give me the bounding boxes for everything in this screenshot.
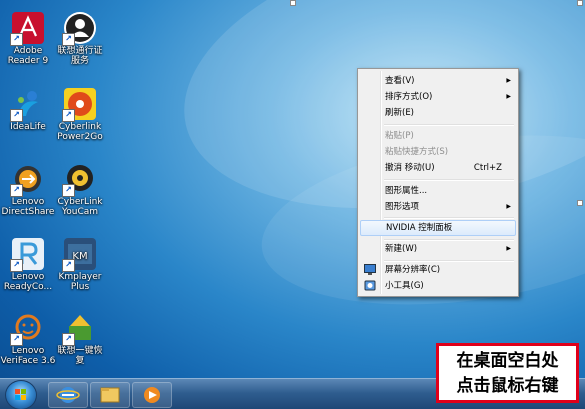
shortcut-arrow-icon: ↗ — [62, 184, 75, 197]
desktop-icon-label: Lenovo VeriFace 3.6 — [0, 346, 56, 366]
user-account-icon: ↗ — [62, 12, 96, 46]
desktop-icon-label: IdeaLife — [10, 122, 46, 132]
lenovo-readycomms-icon: ↗ — [10, 238, 44, 272]
windows-logo-icon — [15, 389, 26, 400]
kmplayer-icon: KM ↗ — [62, 238, 96, 272]
instruction-annotation: 在桌面空白处 点击鼠标右键 — [436, 343, 579, 403]
selection-handle — [577, 0, 583, 6]
start-button[interactable] — [5, 380, 37, 409]
desktop-icon-label: Adobe Reader 9 — [7, 46, 49, 66]
menu-item-label: 图形选项 — [385, 202, 420, 212]
menu-item-label: NVIDIA 控制面板 — [386, 223, 453, 233]
menu-item-refresh[interactable]: 刷新(E) — [360, 105, 516, 121]
shortcut-text: Ctrl+Z — [473, 163, 502, 173]
menu-item-label: 图形属性... — [385, 186, 428, 196]
desktop-icon-veriface[interactable]: ↗ Lenovo VeriFace 3.6 — [0, 312, 56, 366]
desktop-icon-label: 联想一键恢 复 — [57, 346, 103, 366]
annotation-line: 在桌面空白处 — [456, 351, 559, 371]
shortcut-arrow-icon: ↗ — [62, 33, 75, 46]
menu-item-graphics-properties[interactable]: 图形属性... — [360, 183, 516, 199]
menu-item-label: 粘贴快捷方式(S) — [385, 147, 449, 157]
menu-item-new[interactable]: 新建(W) ▶ — [360, 241, 516, 257]
internet-explorer-icon — [56, 387, 80, 403]
menu-item-graphics-options[interactable]: 图形选项 ▶ — [360, 199, 516, 215]
cyberlink-power2go-icon: ↗ — [62, 88, 96, 122]
shortcut-arrow-icon: ↗ — [62, 259, 75, 272]
desktop-icon-idealife[interactable]: ↗ IdeaLife — [0, 88, 56, 132]
desktop-icon-label: CyberLink YouCam — [57, 197, 103, 217]
menu-item-paste-shortcut[interactable]: 粘贴快捷方式(S) — [360, 144, 516, 160]
media-player-icon — [144, 387, 160, 403]
desktop-icon-lenovo-passport[interactable]: ↗ 联想通行证 服务 — [52, 12, 108, 66]
desktop-icon-directshare[interactable]: ↗ Lenovo DirectShare — [0, 163, 56, 217]
selection-handle — [577, 200, 583, 206]
shortcut-arrow-icon: ↗ — [10, 33, 23, 46]
menu-item-sort[interactable]: 排序方式(O) ▶ — [360, 89, 516, 105]
desktop-icon-label: Cyberlink Power2Go — [57, 122, 103, 142]
onekey-recovery-icon: ↗ — [62, 312, 96, 346]
veriface-icon: ↗ — [10, 312, 44, 346]
desktop-context-menu: 查看(V) ▶ 排序方式(O) ▶ 刷新(E) 粘贴(P) 粘贴快捷方式(S) 撤消… — [357, 68, 519, 297]
menu-item-nvidia-control-panel[interactable]: NVIDIA 控制面板 — [360, 220, 516, 236]
menu-separator — [384, 179, 514, 181]
taskbar-explorer-button[interactable] — [90, 382, 130, 408]
menu-separator — [384, 124, 514, 126]
menu-item-label: 小工具(G) — [385, 281, 424, 291]
desktop-icon-kmplayer[interactable]: KM ↗ Kmplayer Plus — [52, 238, 108, 292]
desktop-icon-label: 联想通行证 服务 — [57, 46, 103, 66]
menu-item-label: 刷新(E) — [385, 108, 415, 118]
submenu-arrow-icon: ▶ — [506, 93, 511, 100]
menu-item-gadgets[interactable]: 小工具(G) — [360, 278, 516, 294]
submenu-arrow-icon: ▶ — [506, 245, 511, 252]
menu-item-paste[interactable]: 粘贴(P) — [360, 128, 516, 144]
menu-item-label: 排序方式(O) — [385, 92, 433, 102]
desktop-icon-power2go[interactable]: ↗ Cyberlink Power2Go — [52, 88, 108, 142]
desktop-icon-label: Lenovo ReadyCo... — [3, 272, 53, 292]
selection-handle — [290, 0, 296, 6]
lenovo-directshare-icon: ↗ — [10, 163, 44, 197]
menu-item-label: 粘贴(P) — [385, 131, 414, 141]
desktop[interactable]: ↗ Adobe Reader 9 ↗ 联想通行证 服务 ↗ IdeaLife ↗… — [0, 0, 585, 409]
shortcut-arrow-icon: ↗ — [10, 184, 23, 197]
menu-separator — [384, 217, 514, 219]
desktop-icon-label: Kmplayer Plus — [58, 272, 102, 292]
shortcut-arrow-icon: ↗ — [62, 109, 75, 122]
desktop-icon-adobe-reader[interactable]: ↗ Adobe Reader 9 — [0, 12, 56, 66]
menu-item-view[interactable]: 查看(V) ▶ — [360, 73, 516, 89]
submenu-arrow-icon: ▶ — [506, 203, 511, 210]
gadgets-icon — [364, 280, 376, 291]
menu-item-label: 撤消 移动(U) — [385, 163, 435, 173]
annotation-line: 点击鼠标右键 — [456, 376, 559, 396]
adobe-reader-icon: ↗ — [10, 12, 44, 46]
shortcut-arrow-icon: ↗ — [10, 333, 23, 346]
desktop-icon-readycomms[interactable]: ↗ Lenovo ReadyCo... — [0, 238, 56, 292]
monitor-icon — [364, 264, 376, 275]
taskbar-media-player-button[interactable] — [132, 382, 172, 408]
windows-explorer-icon — [100, 387, 120, 403]
menu-item-label: 屏幕分辨率(C) — [385, 265, 441, 275]
taskbar-ie-button[interactable] — [48, 382, 88, 408]
desktop-icon-onekey-recovery[interactable]: ↗ 联想一键恢 复 — [52, 312, 108, 366]
shortcut-arrow-icon: ↗ — [10, 259, 23, 272]
desktop-icon-youcam[interactable]: ↗ CyberLink YouCam — [52, 163, 108, 217]
menu-item-label: 新建(W) — [385, 244, 418, 254]
idealife-icon: ↗ — [10, 88, 44, 122]
menu-item-undo-move[interactable]: 撤消 移动(U) Ctrl+Z — [360, 160, 516, 176]
desktop-icon-label: Lenovo DirectShare — [1, 197, 55, 217]
menu-item-label: 查看(V) — [385, 76, 415, 86]
shortcut-arrow-icon: ↗ — [62, 333, 75, 346]
youcam-icon: ↗ — [62, 163, 96, 197]
shortcut-arrow-icon: ↗ — [10, 109, 23, 122]
menu-item-screen-resolution[interactable]: 屏幕分辨率(C) — [360, 262, 516, 278]
submenu-arrow-icon: ▶ — [506, 77, 511, 84]
